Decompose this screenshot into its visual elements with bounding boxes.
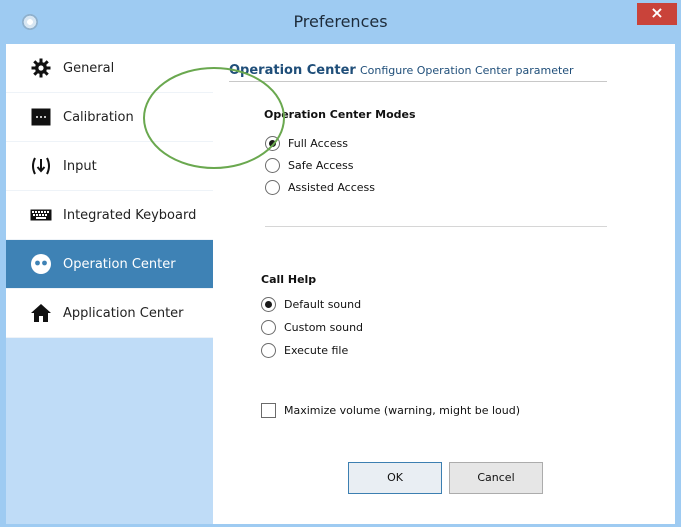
sidebar-item-label: Calibration xyxy=(63,109,134,125)
input-icon xyxy=(30,155,52,177)
sidebar-item-label: General xyxy=(63,60,115,76)
radio-full-access[interactable]: Full Access xyxy=(265,134,348,152)
radio-label: Full Access xyxy=(288,136,348,150)
divider xyxy=(229,81,607,82)
radio-button[interactable] xyxy=(265,135,280,151)
radio-safe-access[interactable]: Safe Access xyxy=(265,156,354,174)
radio-label: Execute file xyxy=(284,343,349,357)
radio-button[interactable] xyxy=(261,319,276,335)
radio-label: Assisted Access xyxy=(288,180,375,194)
calibration-icon xyxy=(30,106,52,128)
sidebar-item-operation-center[interactable]: Operation Center xyxy=(6,240,213,289)
title-bar: Preferences × xyxy=(0,0,681,44)
window-title: Preferences xyxy=(293,12,388,31)
call-help-label: Call Help xyxy=(261,273,317,286)
radio-label: Custom sound xyxy=(284,320,364,334)
sidebar-item-calibration[interactable]: Calibration xyxy=(6,93,213,142)
sidebar-item-input[interactable]: Input xyxy=(6,142,213,191)
radio-label: Default sound xyxy=(284,297,362,311)
close-button[interactable]: × xyxy=(637,3,677,25)
radio-button[interactable] xyxy=(265,179,280,195)
section-header: Operation Center Configure Operation Cen… xyxy=(229,63,574,78)
content-panel: Operation Center Configure Operation Cen… xyxy=(213,44,675,524)
radio-execute-file[interactable]: Execute file xyxy=(261,341,348,359)
operation-modes-label: Operation Center Modes xyxy=(264,108,416,121)
section-title: Operation Center xyxy=(229,63,356,78)
cancel-button[interactable]: Cancel xyxy=(449,462,543,494)
sidebar-item-label: Operation Center xyxy=(63,256,176,272)
radio-custom-sound[interactable]: Custom sound xyxy=(261,318,363,336)
sidebar: General Calibration Input Integrated Key… xyxy=(6,44,213,524)
radio-button[interactable] xyxy=(265,157,280,173)
keyboard-icon xyxy=(30,204,52,226)
radio-label: Safe Access xyxy=(288,158,354,172)
home-icon xyxy=(30,302,52,324)
checkbox-label: Maximize volume (warning, might be loud) xyxy=(284,404,521,417)
gear-icon xyxy=(30,57,52,79)
maximize-volume-checkbox[interactable]: Maximize volume (warning, might be loud) xyxy=(261,403,520,418)
sidebar-item-label: Application Center xyxy=(63,305,184,321)
section-description: Configure Operation Center parameter xyxy=(359,64,574,77)
sidebar-item-application-center[interactable]: Application Center xyxy=(6,289,213,338)
eyes-icon xyxy=(30,253,52,275)
radio-default-sound[interactable]: Default sound xyxy=(261,295,361,313)
radio-assisted-access[interactable]: Assisted Access xyxy=(265,178,375,196)
ok-button[interactable]: OK xyxy=(348,462,442,494)
window-border xyxy=(675,44,681,524)
preferences-window: Preferences × General Calibration Input … xyxy=(0,0,681,527)
radio-button[interactable] xyxy=(261,342,276,358)
divider xyxy=(265,226,607,227)
sidebar-item-integrated-keyboard[interactable]: Integrated Keyboard xyxy=(6,191,213,240)
checkbox[interactable] xyxy=(261,403,276,418)
sidebar-item-label: Integrated Keyboard xyxy=(63,207,197,223)
sidebar-item-general[interactable]: General xyxy=(6,44,213,93)
radio-button[interactable] xyxy=(261,296,276,312)
sidebar-item-label: Input xyxy=(63,158,97,174)
